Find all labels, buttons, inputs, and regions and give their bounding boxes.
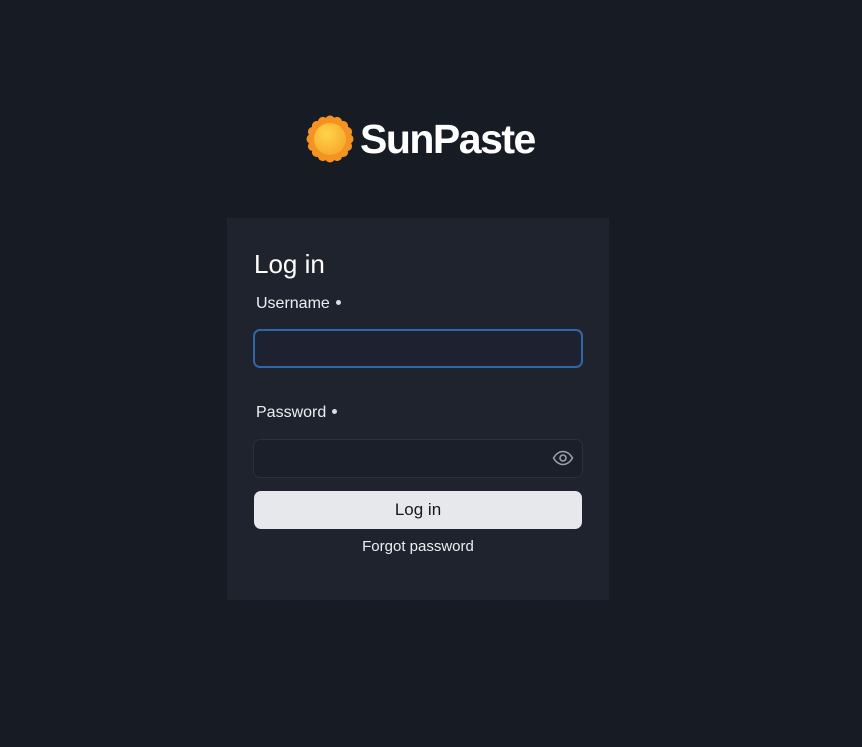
login-button[interactable]: Log in xyxy=(254,491,582,529)
show-password-toggle[interactable] xyxy=(549,447,577,469)
required-indicator xyxy=(332,409,338,415)
username-input[interactable] xyxy=(253,329,583,368)
required-indicator xyxy=(335,300,341,306)
password-input[interactable] xyxy=(253,439,583,478)
username-label: Username xyxy=(256,294,341,314)
login-card: Log in Username Password Log in Forgot p… xyxy=(227,218,609,600)
password-label-text: Password xyxy=(256,404,327,421)
brand-logo: SunPaste xyxy=(306,114,536,164)
login-title: Log in xyxy=(254,249,325,279)
username-label-text: Username xyxy=(256,295,330,312)
brand-name: SunPaste xyxy=(360,115,536,162)
eye-icon xyxy=(552,450,574,466)
sun-icon xyxy=(306,115,354,163)
forgot-password-link[interactable]: Forgot password xyxy=(227,537,609,557)
password-label: Password xyxy=(256,403,338,423)
